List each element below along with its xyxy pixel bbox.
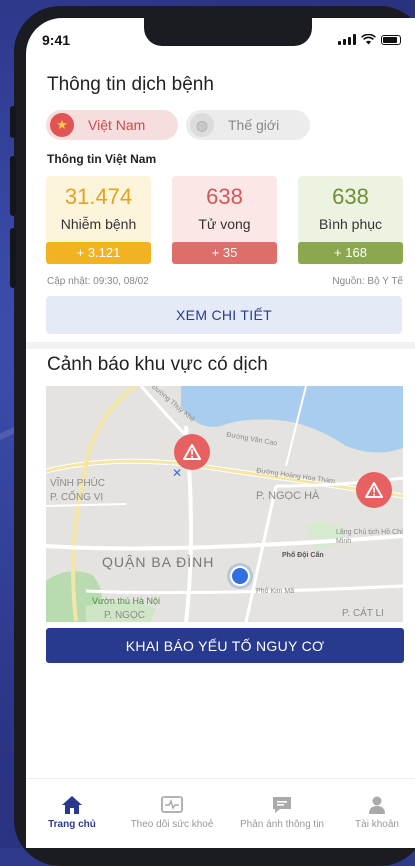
volume-down-button — [10, 228, 16, 288]
signal-icon — [338, 34, 356, 45]
nav-item-home[interactable]: Trang chủ — [30, 779, 114, 839]
tab-world[interactable]: ◍ Thế giới — [186, 110, 310, 140]
view-details-button[interactable]: XEM CHI TIẾT — [46, 296, 402, 334]
map-label: P. CÁT LI — [342, 608, 384, 619]
data-source: Nguồn: Bộ Y Tế — [332, 276, 403, 287]
notch — [144, 18, 312, 46]
health-monitor-icon — [161, 796, 183, 813]
map-label: Phố Đội Cấn — [282, 552, 324, 559]
feedback-chat-icon — [273, 797, 291, 813]
map-label: P. CỐNG VỊ — [50, 492, 104, 503]
stat-card-recovered: 638 Bình phục + 168 — [298, 176, 403, 264]
map-label: P. NGỌC HÀ — [256, 490, 320, 502]
map-base — [46, 386, 403, 622]
battery-icon — [381, 34, 401, 45]
page-title: Thông tin dịch bệnh — [47, 74, 214, 95]
stat-value: 31.474 — [64, 184, 133, 209]
volume-up-button — [10, 156, 16, 216]
stat-delta: + 3.121 — [46, 242, 151, 264]
globe-icon: ◍ — [190, 113, 214, 137]
stat-value: 638 — [332, 184, 369, 209]
map-label: Phố Kim Mã — [256, 588, 295, 595]
wifi-icon — [361, 34, 376, 45]
nav-item-account[interactable]: Tài khoản — [342, 779, 412, 839]
stat-label: Tử vong — [198, 216, 251, 232]
stat-value: 638 — [206, 184, 243, 209]
nav-item-feedback[interactable]: Phản ánh thông tin — [232, 779, 332, 839]
user-icon — [369, 796, 385, 814]
warning-triangle-icon — [183, 444, 201, 460]
stat-delta: + 35 — [172, 242, 277, 264]
map-label: Lăng Chủ tịch Hồ Chí Minh — [336, 529, 403, 545]
status-icons — [338, 34, 401, 45]
warning-section-title: Cảnh báo khu vực có dịch — [47, 354, 268, 375]
stat-card-infected: 31.474 Nhiễm bệnh + 3.121 — [46, 176, 151, 264]
status-time: 9:41 — [42, 32, 71, 48]
map-label: QUẬN BA ĐÌNH — [102, 554, 215, 570]
section-divider — [26, 342, 415, 349]
star-flag-icon: ★ — [50, 113, 74, 137]
tab-vietnam[interactable]: ★ Việt Nam — [46, 110, 178, 140]
warning-triangle-icon — [365, 482, 383, 498]
map-label: Vườn thú Hà Nội — [92, 596, 160, 606]
map-label: VĨNH PHÚC — [50, 478, 106, 489]
stat-label: Bình phục — [318, 216, 383, 232]
tab-vietnam-label: Việt Nam — [88, 117, 146, 133]
nav-label: Trang chủ — [48, 819, 96, 830]
tab-world-label: Thế giới — [228, 117, 280, 133]
map-pin-icon: ✕ — [172, 466, 183, 480]
stats-section-title: Thông tin Việt Nam — [47, 152, 157, 166]
stat-label: Nhiễm bệnh — [60, 216, 137, 232]
mute-switch — [10, 106, 16, 138]
stat-delta: + 168 — [298, 242, 403, 264]
outbreak-warning-marker[interactable] — [356, 472, 392, 508]
map-label: P. NGỌC — [104, 610, 145, 621]
nav-item-health-monitor[interactable]: Theo dõi sức khoẻ — [122, 779, 222, 839]
outbreak-map[interactable]: VĨNH PHÚC P. CỐNG VỊ P. NGỌC HÀ QUẬN BA … — [46, 386, 403, 622]
home-icon — [62, 796, 82, 814]
stat-card-deaths: 638 Tử vong + 35 — [172, 176, 277, 264]
nav-label: Phản ánh thông tin — [240, 819, 324, 830]
outbreak-warning-marker[interactable] — [174, 434, 210, 470]
bottom-nav: Trang chủ Theo dõi sức khoẻ Phản ánh thô… — [26, 778, 415, 848]
app-screen: 9:41 Thông tin dịch bệnh ★ Việt Nam ◍ Th… — [26, 18, 415, 848]
current-location-icon — [230, 566, 250, 586]
declare-risk-button[interactable]: KHAI BÁO YẾU TỐ NGUY CƠ — [46, 628, 404, 663]
nav-label: Tài khoản — [355, 819, 399, 830]
updated-time: Cập nhật: 09:30, 08/02 — [47, 276, 149, 287]
nav-label: Theo dõi sức khoẻ — [130, 819, 214, 830]
